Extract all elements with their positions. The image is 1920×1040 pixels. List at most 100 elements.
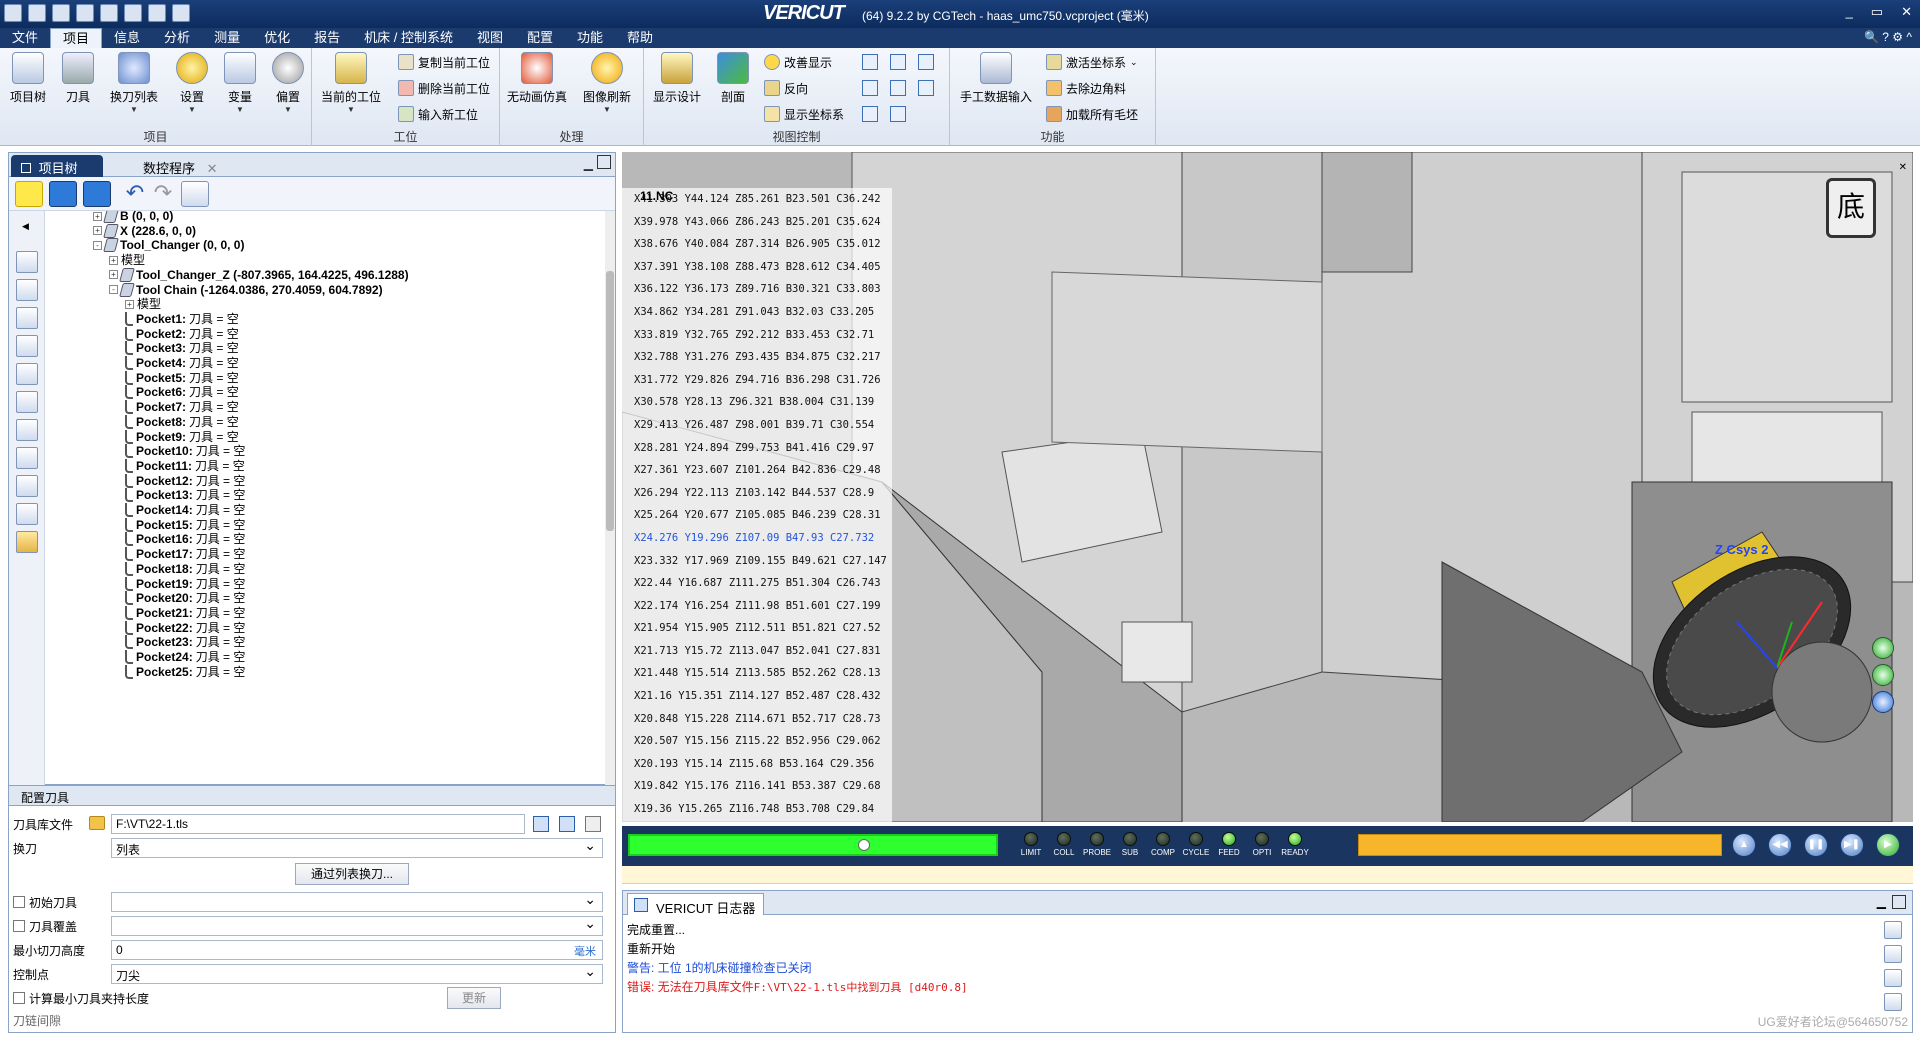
view-pan-icon[interactable] xyxy=(918,80,934,96)
status-led-cycle[interactable]: CYCLE xyxy=(1179,832,1213,857)
menu-measure[interactable]: 测量 xyxy=(202,28,252,48)
tree-list-icon[interactable] xyxy=(49,181,77,207)
calc-min-length-checkbox[interactable] xyxy=(13,992,25,1004)
log-float-icon[interactable] xyxy=(1892,895,1906,909)
tool-change-select[interactable]: 列表 xyxy=(111,837,603,858)
status-led-comp[interactable]: COMP xyxy=(1146,832,1180,857)
nc-line[interactable]: X21.954 Y15.905 Z112.511 B51.821 C27.52 xyxy=(622,617,892,640)
tree-export-icon[interactable] xyxy=(181,181,209,207)
menu-machine-control[interactable]: 机床 / 控制系统 xyxy=(352,28,465,48)
tree-expand-icon[interactable]: + xyxy=(109,255,118,265)
simulation-progress-slider[interactable] xyxy=(628,834,998,856)
menu-function[interactable]: 功能 xyxy=(565,28,615,48)
menu-file[interactable]: 文件 xyxy=(0,28,50,48)
tree-expand-icon[interactable]: + xyxy=(109,270,118,280)
info-icon[interactable] xyxy=(76,4,94,22)
tab-nc-program[interactable]: 数控程序 ✕ xyxy=(133,155,233,177)
menu-report[interactable]: 报告 xyxy=(302,28,352,48)
tree-expand-icon[interactable]: + xyxy=(93,211,102,221)
tool-change-list-button[interactable]: 换刀列表 ▼ xyxy=(108,52,160,114)
tree-tools-icon[interactable] xyxy=(83,181,111,207)
folder-icon[interactable] xyxy=(89,816,105,830)
side-setup-icon[interactable] xyxy=(16,307,38,329)
nc-line[interactable]: X34.862 Y34.281 Z91.043 B32.03 C33.205 xyxy=(622,301,892,324)
view-fast-forward-icon[interactable] xyxy=(1872,691,1894,713)
layout-3-icon[interactable] xyxy=(148,4,166,22)
layout-4-icon[interactable] xyxy=(172,4,190,22)
nc-line[interactable]: X27.361 Y23.607 Z101.264 B42.836 C29.48 xyxy=(622,459,892,482)
tools-button[interactable]: 刀具 xyxy=(52,52,104,105)
menu-analysis[interactable]: 分析 xyxy=(152,28,202,48)
activate-csys-button[interactable]: 激活坐标系 ⌄ xyxy=(1046,52,1138,72)
menu-project[interactable]: 项目 xyxy=(50,28,103,48)
minimize-button[interactable]: _ xyxy=(1846,4,1853,20)
tab-vericut-logger[interactable]: VERICUT 日志器 xyxy=(627,893,765,916)
step-forward-icon[interactable]: ▶❚ xyxy=(1840,833,1864,857)
layout-2-icon[interactable] xyxy=(124,4,142,22)
save-as-icon[interactable] xyxy=(559,816,575,832)
offsets-button[interactable]: 偏置 ▼ xyxy=(262,52,314,114)
tree-add-icon[interactable] xyxy=(15,181,43,207)
side-delete-icon[interactable] xyxy=(16,335,38,357)
image-refresh-button[interactable]: 图像刷新 ▼ xyxy=(574,52,640,114)
menu-right-icons[interactable]: 🔍 ? ⚙ ^ xyxy=(1864,30,1912,44)
update-button[interactable]: 更新 xyxy=(447,987,501,1009)
view-layout-2-icon[interactable] xyxy=(862,80,878,96)
nc-line[interactable]: X21.713 Y15.72 Z113.047 B52.041 C27.831 xyxy=(622,640,892,663)
control-point-select[interactable]: 刀尖 xyxy=(111,963,603,984)
view-layout-1-icon[interactable] xyxy=(862,54,878,70)
nc-line[interactable]: X29.413 Y26.487 Z98.001 B39.71 C30.554 xyxy=(622,414,892,437)
nc-line[interactable]: X21.16 Y15.351 Z114.127 B52.487 C28.432 xyxy=(622,685,892,708)
tool-change-by-list-button[interactable]: 通过列表换刀... xyxy=(295,863,409,885)
log-minimize-icon[interactable]: ▁ xyxy=(1877,895,1886,909)
tool-edit-icon[interactable] xyxy=(585,816,601,832)
nc-line[interactable]: X30.578 Y28.13 Z96.321 B38.004 C31.139 xyxy=(622,391,892,414)
view-cube-bottom[interactable]: 底 xyxy=(1826,178,1876,238)
collapse-arrow-icon[interactable]: ◀ xyxy=(22,221,29,232)
pause-icon[interactable]: ❚❚ xyxy=(1804,833,1828,857)
status-led-opti[interactable]: OPTI xyxy=(1245,832,1279,857)
tree-row[interactable]: Pocket25: 刀具 = 空 xyxy=(125,663,245,681)
tree-expand-icon[interactable]: - xyxy=(109,285,118,294)
tree-expand-icon[interactable]: + xyxy=(93,226,102,236)
simulation-viewport[interactable]: X41.303 Y44.124 Z85.261 B23.501 C36.242 X… xyxy=(622,152,1913,822)
menu-view[interactable]: 视图 xyxy=(465,28,515,48)
nc-line[interactable]: X20.848 Y15.228 Z114.671 B52.717 C28.73 xyxy=(622,708,892,731)
view-options-icon[interactable] xyxy=(890,106,906,122)
view-fit-icon[interactable] xyxy=(890,80,906,96)
load-all-stock-button[interactable]: 加载所有毛坯 xyxy=(1046,104,1138,124)
open-icon[interactable] xyxy=(4,4,22,22)
min-cut-input[interactable]: 0 毫米 xyxy=(111,940,603,960)
nc-line[interactable]: X31.772 Y29.826 Z94.716 B36.298 C31.726 xyxy=(622,369,892,392)
nc-line[interactable]: X18.858 Y15.395 Z117.366 B54.198 C27.93 xyxy=(622,821,892,822)
no-animation-button[interactable]: 无动画仿真 xyxy=(504,52,570,105)
save-icon[interactable] xyxy=(533,816,549,832)
nc-line[interactable]: X21.448 Y15.514 Z113.585 B52.262 C28.13 xyxy=(622,662,892,685)
view-rotate-icon[interactable] xyxy=(1872,637,1894,659)
initial-tool-select[interactable] xyxy=(111,891,603,912)
redo-icon[interactable]: ↷ xyxy=(149,181,177,207)
nc-line[interactable]: X24.276 Y19.296 Z107.09 B47.93 C27.732 xyxy=(622,527,892,550)
nc-line[interactable]: X22.174 Y16.254 Z111.98 B51.601 C27.199 xyxy=(622,595,892,618)
side-folder-icon[interactable] xyxy=(16,531,38,553)
copy-setup-button[interactable]: 复制当前工位 xyxy=(398,52,490,72)
viewport-close-icon[interactable]: ✕ xyxy=(1899,162,1907,173)
section-button[interactable]: 剖面 xyxy=(708,52,758,105)
nc-line[interactable]: X19.842 Y15.176 Z116.141 B53.387 C29.68 xyxy=(622,775,892,798)
maximize-button[interactable]: ▭ xyxy=(1871,4,1883,20)
settings-button[interactable]: 设置 ▼ xyxy=(166,52,218,114)
nc-line[interactable]: X37.391 Y38.108 Z88.473 B28.612 C34.405 xyxy=(622,256,892,279)
status-led-ready[interactable]: READY xyxy=(1278,832,1312,857)
tree-scrollbar[interactable] xyxy=(605,211,615,785)
view-forward-icon[interactable] xyxy=(1872,664,1894,686)
tree-expand-icon[interactable]: + xyxy=(125,299,134,309)
status-led-coll[interactable]: COLL xyxy=(1047,832,1081,857)
side-tool-icon[interactable] xyxy=(16,447,38,469)
menu-help[interactable]: 帮助 xyxy=(615,28,665,48)
log-clear-icon[interactable] xyxy=(1884,921,1902,939)
view-grid-icon[interactable] xyxy=(918,54,934,70)
panel-float-icon[interactable] xyxy=(597,155,611,169)
status-led-probe[interactable]: PROBE xyxy=(1080,832,1114,857)
undo-icon[interactable]: ↶ xyxy=(121,181,149,207)
menu-info[interactable]: 信息 xyxy=(102,28,152,48)
